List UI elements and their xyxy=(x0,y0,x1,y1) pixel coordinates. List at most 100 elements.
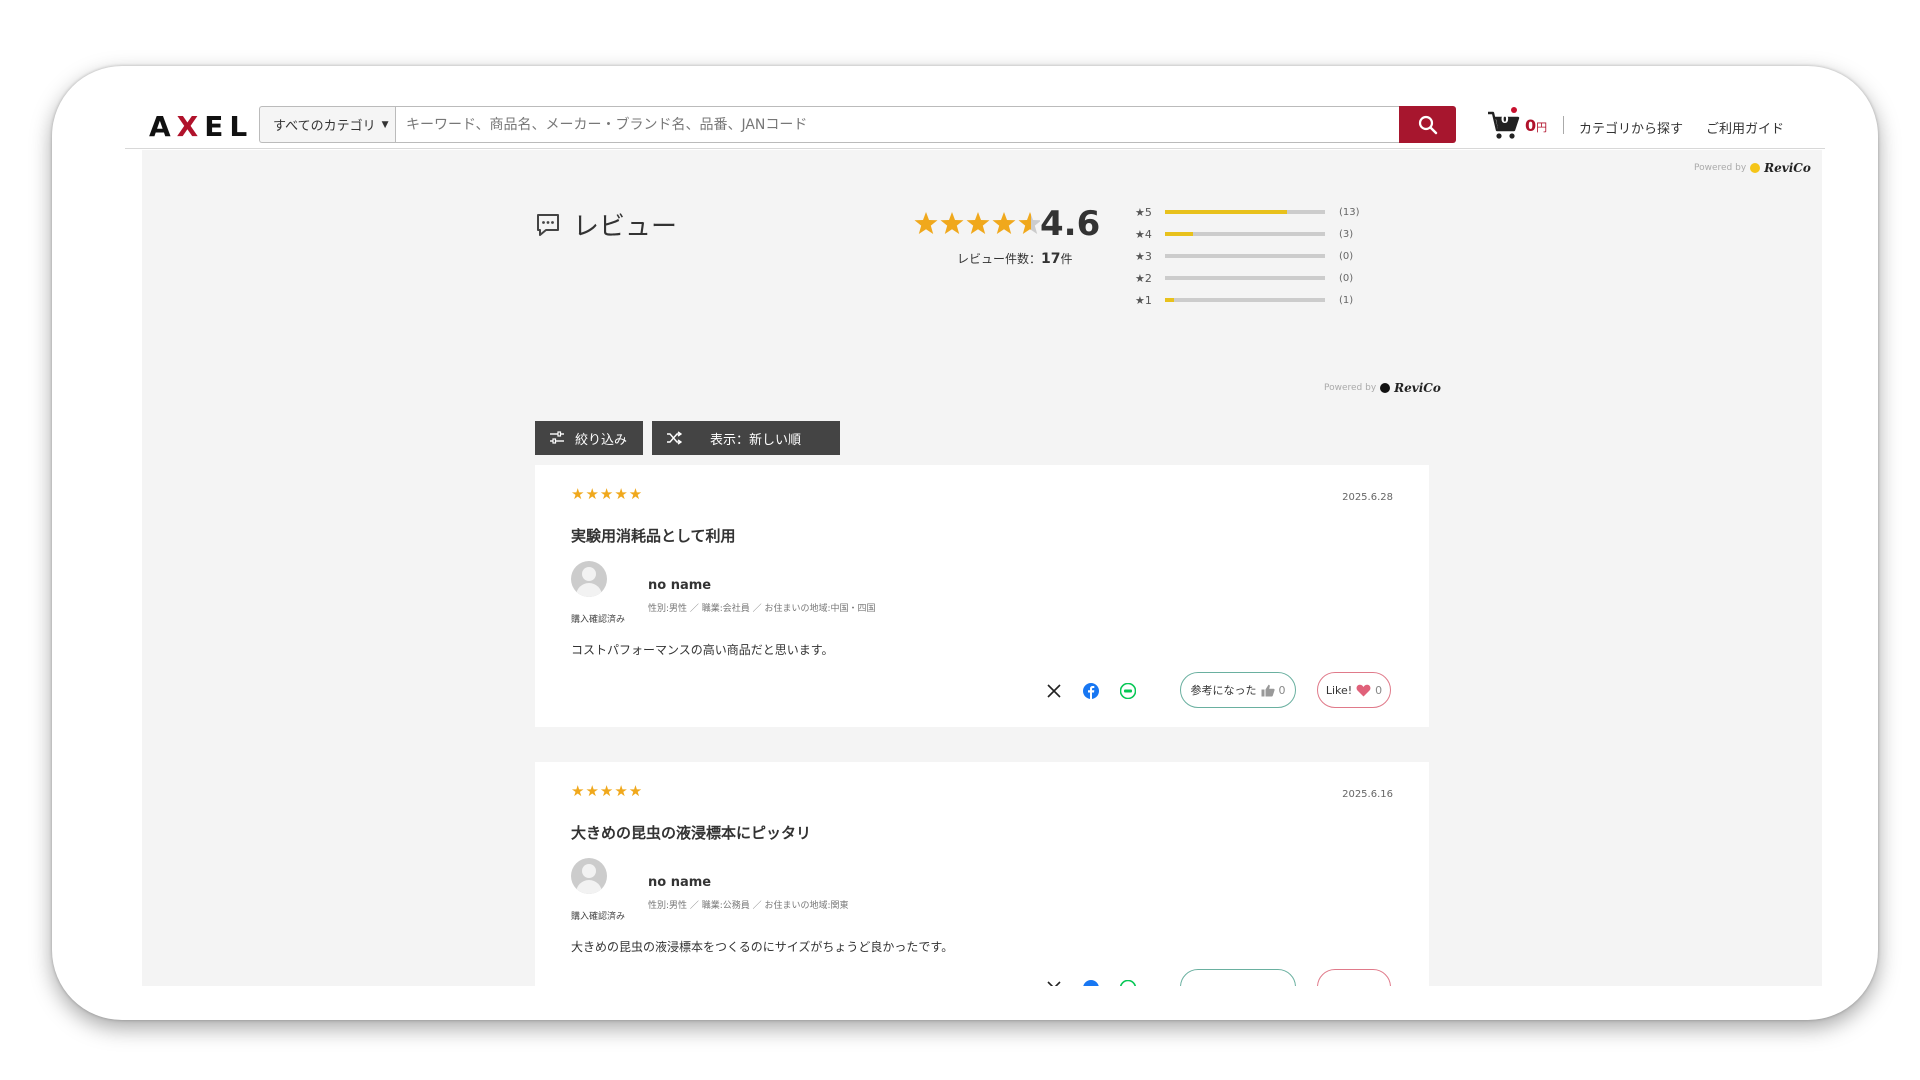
rating-row-3[interactable]: ★3 (0) xyxy=(1135,245,1365,267)
reviewer-name: no name xyxy=(648,578,712,593)
share-line-button[interactable] xyxy=(1118,978,1138,986)
browser-viewport: AXEL すべてのカテゴリ ▼ 0 0円 カテゴリから xyxy=(125,76,1825,986)
share-facebook-button[interactable] xyxy=(1081,978,1101,986)
share-x-button[interactable] xyxy=(1044,978,1064,986)
revico-brand: ReviCo xyxy=(1394,381,1441,395)
powered-by-top[interactable]: Powered by ReviCo xyxy=(1694,161,1811,175)
search-input[interactable] xyxy=(395,106,1399,143)
rating-row-count: (13) xyxy=(1339,206,1360,218)
rating-bar-fill xyxy=(1165,232,1194,236)
search-button[interactable] xyxy=(1399,106,1456,143)
rating-row-count: (0) xyxy=(1339,272,1354,284)
helpful-label: 参考になった xyxy=(1190,684,1257,697)
facebook-icon xyxy=(1083,980,1099,986)
rating-row-label: ★3 xyxy=(1135,249,1152,263)
category-select-label: すべてのカテゴリ xyxy=(273,119,376,134)
cart-count: 0 xyxy=(1501,113,1509,126)
star-icon xyxy=(940,212,964,234)
avatar xyxy=(571,858,607,894)
average-score: 4.6 xyxy=(1040,204,1101,244)
sort-button[interactable]: 表示：新しい順 xyxy=(652,421,840,455)
filter-button-label: 絞り込み xyxy=(575,432,628,448)
cart-currency: 円 xyxy=(1536,121,1548,134)
revico-logo-icon xyxy=(1380,383,1391,393)
sort-button-label: 表示：新しい順 xyxy=(710,432,802,448)
review-count-value: 17 xyxy=(1041,251,1061,267)
filter-button[interactable]: 絞り込み xyxy=(535,421,643,455)
rating-row-4[interactable]: ★4 (3) xyxy=(1135,223,1365,245)
half-star-icon xyxy=(1018,212,1042,234)
share-line-button[interactable] xyxy=(1118,681,1138,701)
rating-bar-fill xyxy=(1165,210,1288,214)
nav-category-search[interactable]: カテゴリから探す xyxy=(1579,118,1683,137)
like-button[interactable] xyxy=(1317,969,1391,986)
search-icon xyxy=(1418,115,1437,134)
rating-row-count: (0) xyxy=(1339,250,1354,262)
device-frame: AXEL すべてのカテゴリ ▼ 0 0円 カテゴリから xyxy=(52,66,1878,1020)
revico-brand: ReviCo xyxy=(1764,161,1811,175)
rating-distribution: ★5 (13) ★4 (3) ★3 (0) ★2 (0) ★1 (1) xyxy=(1135,201,1365,311)
rating-row-count: (1) xyxy=(1339,294,1354,306)
share-x-button[interactable] xyxy=(1044,681,1064,701)
review-heading-text: レビュー xyxy=(573,212,678,242)
reviewer-attributes: 性別:男性 ／ 職業:会社員 ／ お住まいの地域:中国・四国 xyxy=(648,604,876,614)
site-header: AXEL すべてのカテゴリ ▼ 0 0円 カテゴリから xyxy=(125,76,1825,149)
rating-bar xyxy=(1165,210,1325,214)
axel-logo[interactable]: AXEL xyxy=(149,110,253,143)
category-select[interactable]: すべてのカテゴリ ▼ xyxy=(259,106,395,143)
review-stars: ★★★★★ xyxy=(571,782,644,800)
rating-row-2[interactable]: ★2 (0) xyxy=(1135,267,1365,289)
review-date: 2025.6.28 xyxy=(1342,492,1393,503)
star-icon xyxy=(992,212,1016,234)
star-icon xyxy=(966,212,990,234)
powered-by-label: Powered by xyxy=(1324,383,1377,393)
rating-row-5[interactable]: ★5 (13) xyxy=(1135,201,1365,223)
rating-row-label: ★1 xyxy=(1135,293,1152,307)
header-divider xyxy=(1563,116,1564,134)
rating-bar xyxy=(1165,276,1325,280)
line-icon xyxy=(1120,683,1136,699)
x-icon xyxy=(1047,981,1061,986)
verified-purchase-badge: 購入確認済み xyxy=(571,912,626,922)
cart-amount-value: 0 xyxy=(1525,116,1537,135)
review-count-label: レビュー件数： xyxy=(957,252,1042,266)
shuffle-icon xyxy=(667,431,682,445)
review-count: レビュー件数：17件 xyxy=(957,250,1073,267)
helpful-count: 0 xyxy=(1278,683,1286,697)
helpful-button[interactable]: 参考になった 0 xyxy=(1180,672,1296,708)
filter-icon xyxy=(550,431,564,444)
x-icon xyxy=(1047,684,1061,698)
review-stars: ★★★★★ xyxy=(571,485,644,503)
cart-badge-dot xyxy=(1511,107,1517,113)
powered-by-label: Powered by xyxy=(1694,163,1747,173)
rating-row-label: ★5 xyxy=(1135,205,1152,219)
powered-by-bottom[interactable]: Powered by ReviCo xyxy=(1324,381,1441,395)
line-icon xyxy=(1120,980,1136,986)
caret-down-icon: ▼ xyxy=(381,119,389,130)
review-body: 大きめの昆虫の液浸標本をつくるのにサイズがちょうど良かったです。 xyxy=(571,940,954,954)
review-card: ★★★★★ 2025.6.28 実験用消耗品として利用 購入確認済み no na… xyxy=(535,465,1429,727)
rating-row-label: ★2 xyxy=(1135,271,1152,285)
reviewer-name: no name xyxy=(648,875,712,890)
review-body: コストパフォーマンスの高い商品だと思います。 xyxy=(571,643,834,657)
like-button[interactable]: Like! 0 xyxy=(1317,672,1391,708)
rating-bar xyxy=(1165,232,1325,236)
rating-row-1[interactable]: ★1 (1) xyxy=(1135,289,1365,311)
reviewer-attributes: 性別:男性 ／ 職業:公務員 ／ お住まいの地域:関東 xyxy=(648,901,849,911)
comment-icon xyxy=(537,213,559,236)
average-stars xyxy=(914,209,1042,244)
like-label: Like! xyxy=(1325,683,1353,697)
review-title: 大きめの昆虫の液浸標本にピッタリ xyxy=(571,824,812,842)
facebook-icon xyxy=(1083,683,1099,699)
verified-purchase-badge: 購入確認済み xyxy=(571,615,626,625)
nav-user-guide[interactable]: ご利用ガイド xyxy=(1706,118,1784,137)
cart-amount[interactable]: 0円 xyxy=(1525,116,1547,135)
review-heading: レビュー xyxy=(535,206,677,243)
review-count-unit: 件 xyxy=(1060,252,1073,266)
review-card: ★★★★★ 2025.6.16 大きめの昆虫の液浸標本にピッタリ 購入確認済み … xyxy=(535,762,1429,986)
rating-bar xyxy=(1165,298,1325,302)
helpful-button[interactable] xyxy=(1180,969,1296,986)
share-facebook-button[interactable] xyxy=(1081,681,1101,701)
heart-icon xyxy=(1356,684,1371,696)
thumbs-up-icon xyxy=(1261,684,1275,696)
